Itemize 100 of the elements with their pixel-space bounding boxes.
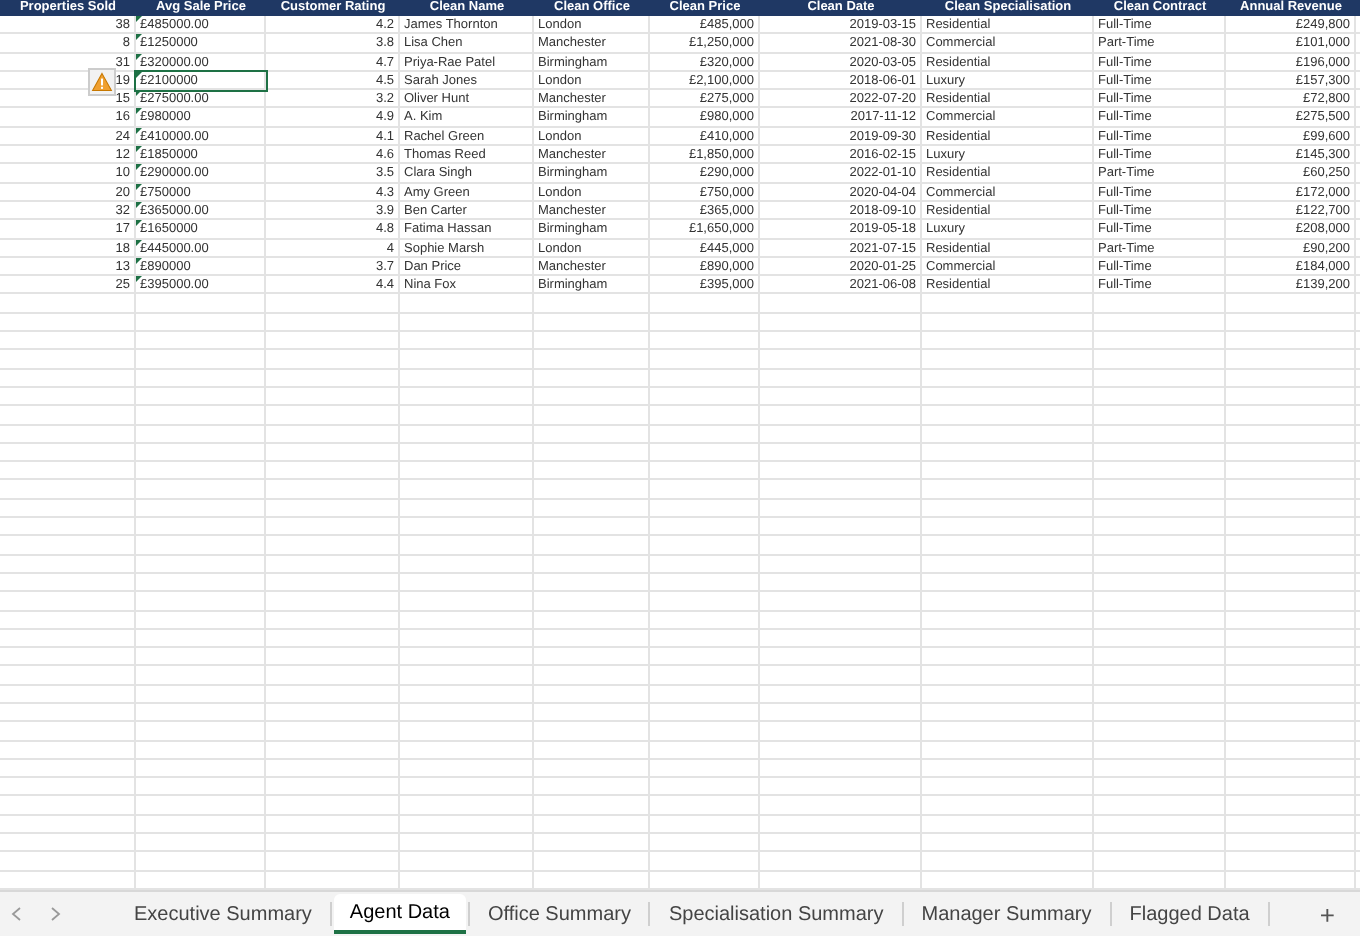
empty-cell bbox=[400, 703, 534, 723]
empty-cell bbox=[534, 480, 650, 500]
previous-sheet-icon[interactable] bbox=[10, 906, 22, 922]
empty-cell bbox=[266, 685, 400, 704]
empty-cell bbox=[136, 722, 266, 742]
empty-cell bbox=[400, 406, 534, 426]
empty-cell bbox=[400, 759, 534, 779]
empty-cell bbox=[1226, 406, 1356, 426]
empty-cell bbox=[266, 332, 400, 351]
sheet-tab[interactable]: Manager Summary bbox=[905, 894, 1108, 934]
empty-cell bbox=[1226, 778, 1356, 797]
sheet-tab[interactable]: Specialisation Summary bbox=[652, 894, 900, 934]
empty-cell bbox=[0, 592, 136, 611]
empty-cell bbox=[400, 443, 534, 463]
empty-cell bbox=[136, 685, 266, 704]
empty-cell bbox=[266, 815, 400, 835]
empty-cell bbox=[1094, 350, 1226, 370]
empty-cell bbox=[1094, 834, 1226, 853]
sheet-tab[interactable]: Executive Summary bbox=[118, 894, 328, 934]
empty-cell bbox=[400, 350, 534, 370]
empty-cell bbox=[650, 480, 760, 500]
empty-cell bbox=[1226, 834, 1356, 853]
sheet-tab[interactable]: Flagged Data bbox=[1113, 894, 1266, 934]
empty-cell bbox=[650, 462, 760, 481]
empty-cell bbox=[400, 462, 534, 481]
empty-cell bbox=[650, 573, 760, 593]
empty-cell bbox=[400, 518, 534, 537]
empty-cell bbox=[650, 666, 760, 686]
empty-cell bbox=[534, 722, 650, 742]
empty-cell bbox=[1226, 796, 1356, 816]
empty-cell bbox=[400, 666, 534, 686]
empty-cell bbox=[1094, 369, 1226, 388]
empty-cell bbox=[266, 387, 400, 407]
empty-cell bbox=[136, 499, 266, 519]
empty-cell bbox=[0, 685, 136, 704]
sheet-tab[interactable]: Office Summary bbox=[471, 894, 647, 934]
empty-cell bbox=[650, 592, 760, 611]
empty-cell bbox=[136, 425, 266, 444]
empty-cell bbox=[1226, 815, 1356, 835]
empty-cell bbox=[1226, 499, 1356, 519]
empty-cell bbox=[400, 796, 534, 816]
empty-cell bbox=[534, 592, 650, 611]
empty-cell bbox=[400, 313, 534, 333]
empty-cell bbox=[0, 796, 136, 816]
empty-cell bbox=[1094, 480, 1226, 500]
empty-cell bbox=[534, 332, 650, 351]
empty-cell bbox=[534, 499, 650, 519]
empty-cell bbox=[650, 499, 760, 519]
empty-cell bbox=[400, 722, 534, 742]
empty-cell bbox=[1226, 722, 1356, 742]
empty-cell bbox=[266, 592, 400, 611]
empty-cell bbox=[400, 369, 534, 388]
empty-cell bbox=[0, 369, 136, 388]
empty-cell bbox=[0, 443, 136, 463]
empty-cell bbox=[266, 573, 400, 593]
empty-cell bbox=[534, 350, 650, 370]
empty-cell bbox=[266, 369, 400, 388]
empty-cell bbox=[1094, 611, 1226, 630]
empty-cell bbox=[1094, 425, 1226, 444]
empty-cell bbox=[266, 350, 400, 370]
empty-cell bbox=[0, 703, 136, 723]
warning-icon[interactable] bbox=[88, 67, 116, 96]
empty-cell bbox=[650, 611, 760, 630]
empty-cell bbox=[1094, 796, 1226, 816]
empty-cell bbox=[0, 815, 136, 835]
empty-cell bbox=[136, 666, 266, 686]
empty-cell bbox=[136, 852, 266, 872]
empty-cell bbox=[534, 815, 650, 835]
empty-cell bbox=[650, 629, 760, 649]
empty-cell bbox=[266, 648, 400, 667]
empty-cell bbox=[400, 555, 534, 574]
sheet-tab[interactable]: Agent Data bbox=[333, 894, 466, 934]
empty-cell bbox=[136, 834, 266, 853]
empty-cell bbox=[266, 518, 400, 537]
empty-cell bbox=[1094, 629, 1226, 649]
empty-cell bbox=[400, 648, 534, 667]
empty-cell bbox=[0, 406, 136, 426]
empty-cell bbox=[0, 852, 136, 872]
empty-cell bbox=[534, 313, 650, 333]
empty-cell bbox=[1226, 741, 1356, 760]
empty-cell bbox=[1226, 369, 1356, 388]
empty-cell bbox=[0, 648, 136, 667]
empty-cell bbox=[136, 332, 266, 351]
empty-cell bbox=[400, 536, 534, 556]
empty-cell bbox=[1226, 443, 1356, 463]
empty-cell bbox=[0, 834, 136, 853]
empty-cell bbox=[534, 462, 650, 481]
empty-cell bbox=[266, 611, 400, 630]
empty-cell bbox=[400, 480, 534, 500]
empty-cell bbox=[1226, 759, 1356, 779]
empty-cell bbox=[136, 387, 266, 407]
empty-cell bbox=[136, 369, 266, 388]
empty-cell bbox=[266, 629, 400, 649]
empty-cell bbox=[400, 778, 534, 797]
empty-cell bbox=[534, 759, 650, 779]
empty-cell bbox=[0, 536, 136, 556]
empty-cell bbox=[266, 462, 400, 481]
next-sheet-icon[interactable] bbox=[50, 906, 62, 922]
add-sheet-button[interactable]: + bbox=[1319, 901, 1335, 927]
empty-cell bbox=[0, 573, 136, 593]
